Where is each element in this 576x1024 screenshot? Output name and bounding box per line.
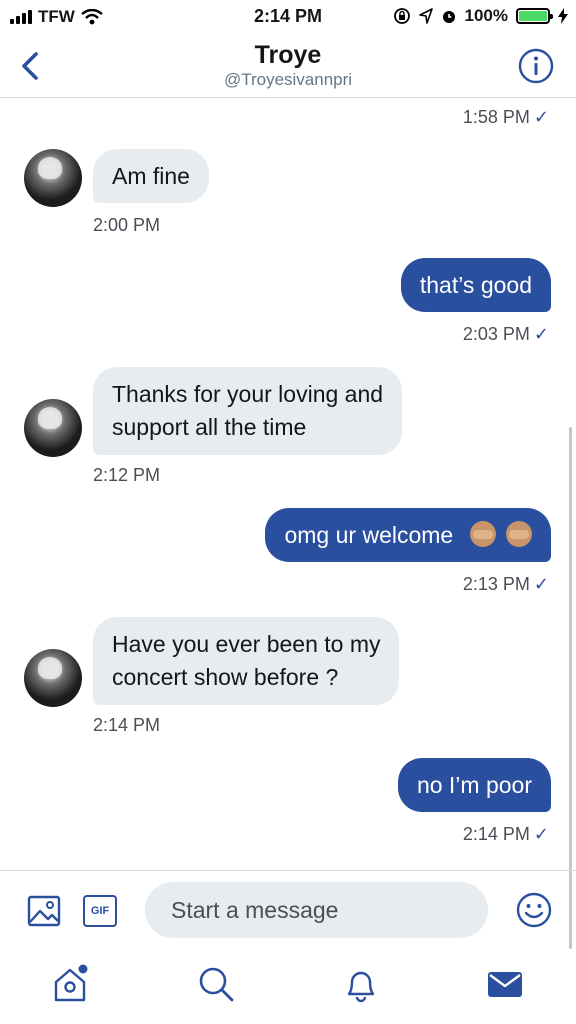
message-input[interactable]: [145, 882, 488, 938]
conversation-title: Troye @Troyesivannpri: [0, 40, 576, 90]
conversation-header: Troye @Troyesivannpri: [0, 34, 576, 98]
outgoing-message[interactable]: no I’m poor: [397, 758, 551, 812]
avatar[interactable]: [24, 399, 82, 457]
info-icon[interactable]: [518, 48, 554, 84]
message-timestamp: 2:12 PM: [93, 465, 161, 485]
message-bubble[interactable]: Am fine: [93, 149, 209, 203]
read-check-icon: ✓: [533, 107, 549, 127]
emoji-icon[interactable]: [516, 892, 552, 928]
message-bubble[interactable]: omg ur welcome: [265, 508, 551, 562]
read-check-icon: ✓: [533, 574, 549, 594]
battery-percent: 100%: [464, 6, 508, 25]
message-line: Thanks for your loving and: [112, 381, 384, 407]
message-text: omg ur welcome: [284, 522, 454, 548]
outgoing-message[interactable]: omg ur welcome: [265, 508, 551, 562]
see-no-evil-monkey-icon: [506, 521, 532, 547]
outgoing-message[interactable]: that’s good: [400, 258, 551, 312]
read-check-icon: ✓: [533, 824, 549, 844]
home-icon[interactable]: [50, 964, 90, 1004]
message-thread[interactable]: 1:58 PM ✓ Am fine 2:00 PM that’s good 2:0…: [0, 99, 576, 949]
status-right: 100%: [393, 6, 568, 26]
message-line: Have you ever been to my: [112, 631, 381, 657]
search-icon[interactable]: [196, 964, 236, 1004]
message-line: support all the time: [112, 414, 307, 440]
alarm-icon: [442, 11, 455, 23]
incoming-message[interactable]: Am fine: [93, 149, 209, 203]
message-timestamp: 1:58 PM ✓: [462, 107, 549, 127]
avatar[interactable]: [24, 149, 82, 207]
gif-button[interactable]: GIF: [83, 895, 117, 927]
read-check-icon: ✓: [533, 324, 549, 344]
messages-icon[interactable]: [485, 964, 525, 1004]
message-line: concert show before ?: [112, 664, 339, 690]
message-bubble[interactable]: Thanks for your loving and support all t…: [93, 367, 403, 455]
battery-icon: [516, 8, 553, 24]
message-timestamp: 2:14 PM ✓: [462, 824, 549, 844]
message-timestamp: 2:13 PM ✓: [462, 574, 549, 594]
contact-handle: @Troyesivannpri: [223, 70, 353, 89]
contact-name: Troye: [254, 41, 322, 69]
status-bar: TFW 2:14 PM 100%: [0, 0, 576, 34]
message-bubble[interactable]: Have you ever been to my concert show be…: [93, 617, 400, 705]
location-icon: [418, 8, 433, 24]
message-bubble[interactable]: that’s good: [400, 258, 551, 312]
tab-bar: [0, 946, 576, 1024]
notification-dot: [78, 964, 88, 974]
incoming-message[interactable]: Have you ever been to my concert show be…: [93, 617, 400, 705]
notifications-icon[interactable]: [341, 964, 381, 1004]
message-timestamp: 2:00 PM: [93, 215, 161, 235]
see-no-evil-monkey-icon: [469, 521, 496, 547]
message-composer: GIF: [0, 870, 576, 946]
incoming-message[interactable]: Thanks for your loving and support all t…: [93, 367, 403, 455]
image-icon[interactable]: [27, 895, 61, 927]
message-timestamp: 2:03 PM ✓: [462, 324, 549, 344]
message-bubble[interactable]: no I’m poor: [397, 758, 551, 812]
orientation-lock-icon: [393, 8, 410, 24]
avatar[interactable]: [24, 649, 82, 707]
charging-icon: [558, 8, 568, 24]
message-timestamp: 2:14 PM: [93, 715, 161, 735]
